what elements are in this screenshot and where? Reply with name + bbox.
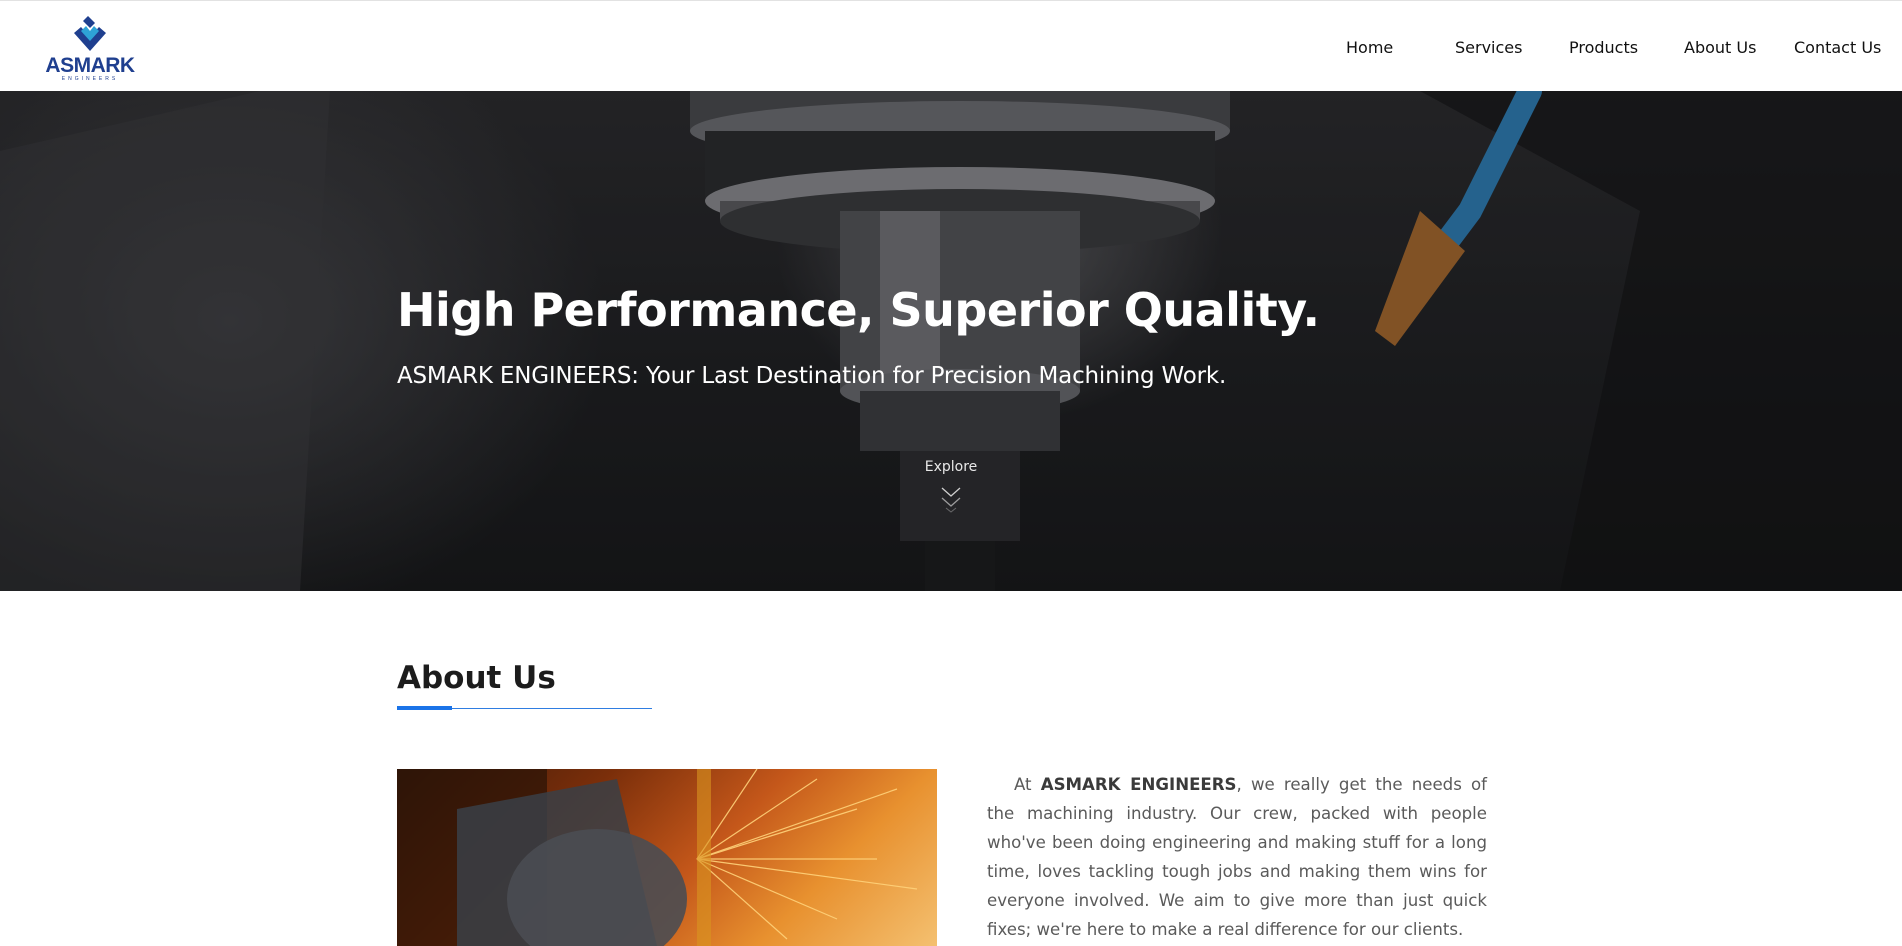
site-header: ASMARK ENGINEERS Home Services Products … xyxy=(0,0,1902,91)
logo-mark-icon xyxy=(74,16,106,51)
hero-title: High Performance, Superior Quality. xyxy=(397,283,1320,337)
about-heading: About Us xyxy=(397,660,556,696)
about-paragraph-body: , we really get the needs of the machini… xyxy=(987,775,1487,939)
heading-underline-accent xyxy=(397,706,452,710)
nav-about-us[interactable]: About Us xyxy=(1684,38,1756,57)
nav-contact-us[interactable]: Contact Us xyxy=(1794,38,1881,57)
logo-subtext: ENGINEERS xyxy=(61,76,119,82)
about-paragraph: At ASMARK ENGINEERS, we really get the n… xyxy=(987,770,1487,944)
explore-link[interactable]: Explore xyxy=(911,459,991,475)
logo-text: ASMARK xyxy=(45,54,135,77)
hero-subtitle: ASMARK ENGINEERS: Your Last Destination … xyxy=(397,363,1227,389)
hero-banner: High Performance, Superior Quality. ASMA… xyxy=(0,91,1902,591)
hero-overlay xyxy=(0,91,1902,591)
nav-products[interactable]: Products xyxy=(1569,38,1638,57)
brand-logo[interactable]: ASMARK ENGINEERS xyxy=(40,15,140,83)
welding-sparks-image xyxy=(397,769,937,946)
nav-home[interactable]: Home xyxy=(1346,38,1393,57)
about-paragraph-prefix: At xyxy=(1014,775,1041,794)
double-chevron-down-icon[interactable] xyxy=(938,484,964,514)
about-company-name: ASMARK ENGINEERS xyxy=(1040,775,1237,794)
nav-services[interactable]: Services xyxy=(1455,38,1522,57)
